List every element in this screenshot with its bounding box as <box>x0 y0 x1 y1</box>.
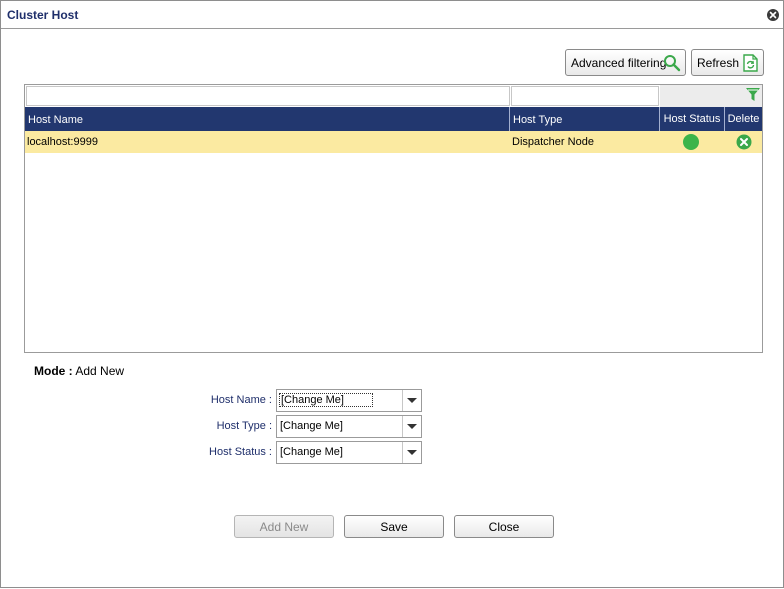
host-type-select[interactable]: [Change Me] <box>276 415 422 438</box>
host-name-select[interactable]: [Change Me] <box>276 389 422 412</box>
refresh-icon <box>742 54 759 75</box>
filter-row <box>25 85 762 107</box>
column-header-host-type[interactable]: Host Type <box>510 107 660 131</box>
host-name-cell: localhost:9999 <box>27 136 98 148</box>
host-type-cell: Dispatcher Node <box>512 136 594 148</box>
column-header-host-status[interactable]: Host Status <box>660 107 725 131</box>
host-type-select-value: [Change Me] <box>280 420 343 432</box>
host-name-label: Host Name : <box>210 394 272 406</box>
advanced-filtering-button[interactable]: Advanced filtering <box>565 49 686 76</box>
host-type-filter-input[interactable] <box>511 86 659 106</box>
filter-funnel-icon[interactable] <box>745 87 761 106</box>
column-header-host-name[interactable]: Host Name <box>25 107 510 131</box>
save-button[interactable]: Save <box>344 515 444 538</box>
close-button[interactable]: Close <box>454 515 554 538</box>
chevron-down-icon[interactable] <box>402 442 421 463</box>
mode-value: Add New <box>75 364 125 378</box>
grid-header-row: Host Name Host Type Host Status Delete <box>25 107 762 131</box>
cluster-host-grid: Host Name Host Type Host Status Delete l… <box>24 84 763 353</box>
host-name-filter-input[interactable] <box>26 86 510 106</box>
table-row[interactable]: localhost:9999 Dispatcher Node <box>25 131 762 153</box>
host-status-indicator <box>683 134 699 150</box>
mode-label: Mode : <box>34 364 73 378</box>
add-new-button[interactable]: Add New <box>234 515 334 538</box>
window-title: Cluster Host <box>7 8 79 22</box>
chevron-down-icon[interactable] <box>402 416 421 437</box>
host-name-select-value: [Change Me] <box>279 393 373 407</box>
search-icon <box>663 54 681 75</box>
advanced-filtering-label: Advanced filtering <box>571 55 667 70</box>
refresh-button[interactable]: Refresh <box>691 49 764 76</box>
mode-indicator: Mode : Add New <box>34 364 124 378</box>
delete-row-icon[interactable] <box>736 134 752 153</box>
close-icon[interactable] <box>767 9 779 21</box>
column-header-delete: Delete <box>727 113 760 125</box>
host-status-select[interactable]: [Change Me] <box>276 441 422 464</box>
refresh-label: Refresh <box>697 55 740 70</box>
host-type-label: Host Type : <box>216 420 272 432</box>
host-status-label: Host Status : <box>209 446 272 458</box>
chevron-down-icon[interactable] <box>402 390 421 411</box>
title-bar: Cluster Host <box>1 1 783 29</box>
cluster-host-dialog: Cluster Host Advanced filtering Refresh <box>0 0 784 588</box>
host-status-select-value: [Change Me] <box>280 446 343 458</box>
